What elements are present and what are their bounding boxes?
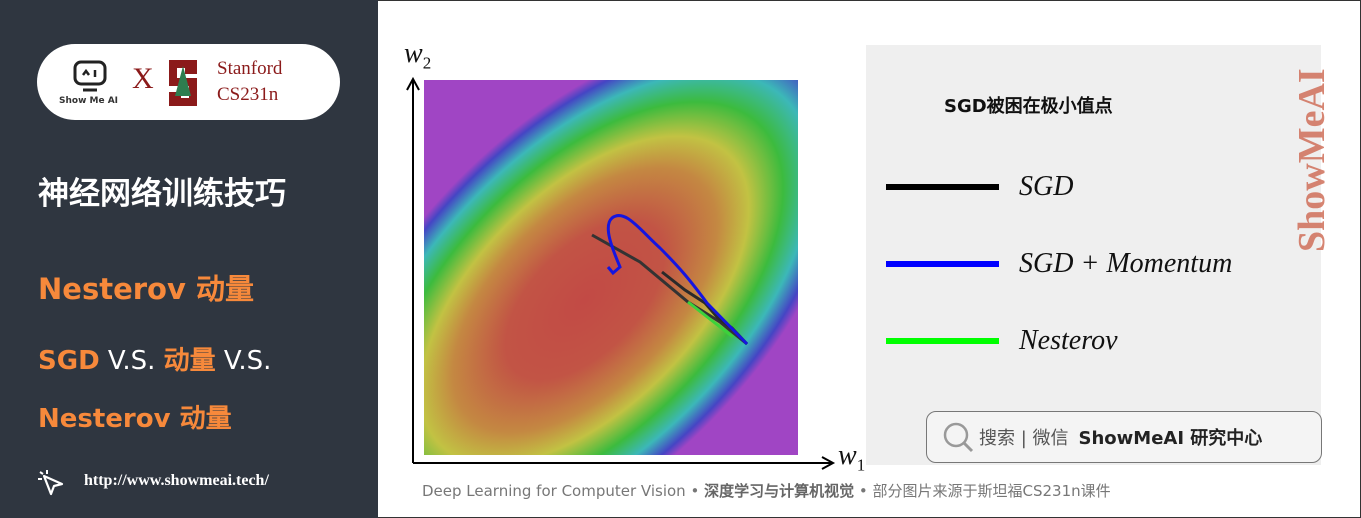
legend-title: SGD被困在极小值点: [944, 96, 1113, 117]
course-title: 神经网络训练技巧: [38, 176, 286, 212]
y-axis-var: w: [404, 38, 423, 69]
section-title: Nesterov 动量: [38, 272, 254, 306]
y-axis-label: w2: [404, 38, 431, 74]
search-box[interactable]: 搜索 | 微信 ShowMeAI 研究中心: [926, 411, 1322, 463]
footer-note: 部分图片来源于斯坦福CS231n课件: [872, 482, 1111, 500]
legend-swatch: [886, 184, 999, 190]
legend-swatch: [886, 261, 999, 267]
cursor-click-icon: [38, 470, 64, 496]
logo-banner: Show Me AI X Stanford CS231n: [37, 44, 340, 120]
stanford-logo-icon: [169, 60, 197, 106]
showmeai-logo-icon: [73, 60, 107, 92]
legend-item-momentum: SGD + Momentum: [886, 246, 1232, 282]
footer: Deep Learning for Computer Vision • 深度学习…: [422, 480, 1111, 501]
stanford-name: Stanford: [217, 58, 283, 79]
course-code: CS231n: [217, 84, 279, 105]
subtitle-line2: Nesterov 动量: [38, 404, 232, 434]
legend-label: SGD: [1019, 171, 1074, 202]
footer-dot: •: [685, 482, 705, 500]
optimization-contour-figure: [406, 76, 836, 470]
search-text: 搜索 | 微信: [979, 428, 1069, 449]
legend-label: Nesterov: [1019, 325, 1118, 356]
subtitle-vs2: V.S.: [215, 346, 272, 376]
watermark: ShowMeAI: [1291, 68, 1333, 252]
subtitle-vs: V.S.: [99, 346, 164, 376]
legend: SGD被困在极小值点 SGD SGD + Momentum Nesterov: [866, 45, 1321, 465]
x-axis-var: w: [838, 440, 857, 471]
search-icon: [943, 422, 974, 453]
legend-item-sgd: SGD: [886, 169, 1073, 205]
subtitle-line1: SGD V.S. 动量 V.S.: [38, 340, 271, 377]
x-axis-sub: 1: [856, 455, 866, 475]
stanford-text: Stanford CS231n: [217, 56, 282, 108]
loss-contour-surface: [424, 80, 798, 455]
footer-cn: 深度学习与计算机视觉: [704, 482, 855, 500]
showmeai-logo-text: Show Me AI: [59, 96, 119, 106]
subtitle-sgd: SGD: [38, 346, 100, 376]
footer-dot: •: [854, 482, 873, 500]
subtitle-momentum: 动量: [163, 346, 216, 376]
legend-item-nesterov: Nesterov: [886, 323, 1118, 359]
legend-label: SGD + Momentum: [1019, 248, 1233, 279]
times-mark: X: [132, 62, 154, 95]
search-brand: ShowMeAI 研究中心: [1078, 428, 1263, 449]
legend-swatch: [886, 338, 999, 344]
website-link[interactable]: http://www.showmeai.tech/: [84, 472, 269, 490]
y-axis-sub: 2: [422, 53, 432, 73]
x-axis-label: w1: [838, 440, 865, 476]
footer-en: Deep Learning for Computer Vision: [422, 482, 686, 500]
sidebar: Show Me AI X Stanford CS231n 神经网络训练技巧 Nes…: [0, 0, 378, 518]
